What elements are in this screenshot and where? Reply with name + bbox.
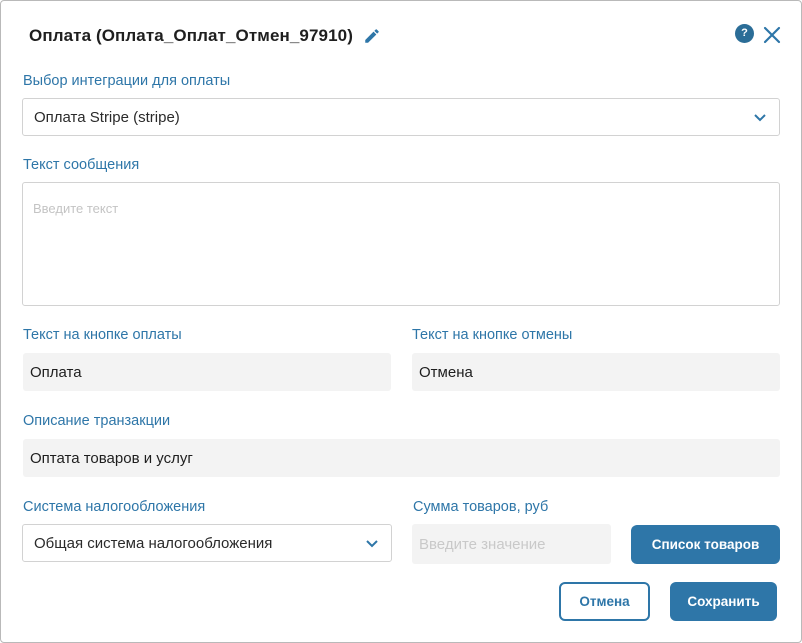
transaction-label: Описание транзакции — [23, 413, 171, 429]
cancel-button[interactable]: Отмена — [559, 582, 650, 621]
dialog-title: Оплата (Оплата_Оплат_Отмен_97910) — [29, 26, 353, 45]
cancel-button-text-input[interactable]: Отмена — [412, 353, 780, 391]
pay-button-text-label: Текст на кнопке оплаты — [23, 327, 182, 343]
payment-dialog: Оплата (Оплата_Оплат_Отмен_97910) ? Выбо… — [0, 0, 802, 643]
chevron-down-icon — [365, 537, 379, 549]
message-label: Текст сообщения — [23, 157, 140, 173]
pencil-icon[interactable] — [363, 27, 381, 45]
cancel-button-text-label: Текст на кнопке отмены — [412, 327, 573, 343]
integration-select[interactable]: Оплата Stripe (stripe) — [22, 98, 780, 136]
chevron-down-icon — [753, 111, 767, 123]
pay-button-text-value: Оплата — [30, 363, 82, 381]
help-icon[interactable]: ? — [735, 24, 754, 43]
pay-button-text-input[interactable]: Оплата — [23, 353, 391, 391]
goods-sum-input[interactable]: Введите значение — [412, 524, 611, 564]
integration-label: Выбор интеграции для оплаты — [23, 73, 231, 89]
goods-sum-label: Сумма товаров, руб — [413, 499, 549, 515]
dialog-header: Оплата (Оплата_Оплат_Отмен_97910) — [29, 23, 381, 49]
cancel-button-text-value: Отмена — [419, 363, 473, 381]
goods-sum-placeholder: Введите значение — [419, 535, 546, 553]
message-placeholder: Введите текст — [33, 201, 119, 216]
tax-system-value: Общая система налогообложения — [34, 534, 273, 552]
transaction-value: Оптата товаров и услуг — [30, 449, 193, 467]
goods-list-button[interactable]: Список товаров — [631, 525, 780, 564]
integration-select-value: Оплата Stripe (stripe) — [34, 108, 180, 126]
tax-system-select[interactable]: Общая система налогообложения — [22, 524, 392, 562]
save-button[interactable]: Сохранить — [670, 582, 777, 621]
close-icon[interactable] — [763, 26, 781, 44]
transaction-input[interactable]: Оптата товаров и услуг — [23, 439, 780, 477]
tax-system-label: Система налогообложения — [23, 499, 206, 515]
message-textarea[interactable]: Введите текст — [22, 182, 780, 306]
